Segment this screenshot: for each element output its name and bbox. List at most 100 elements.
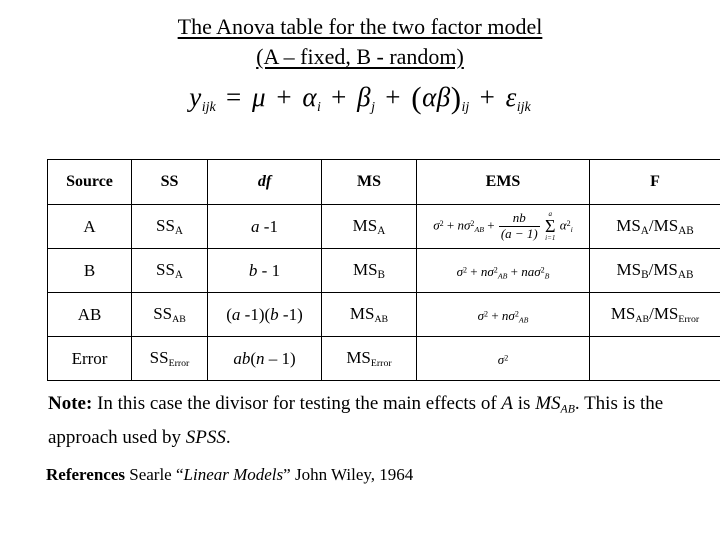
table-row: Error SSError ab(n – 1) MSError σ2 [47,336,720,381]
f-ratio: MSB/MSAB [616,259,694,282]
cell-ss: SSA [131,248,208,293]
equation-alpha: α [302,82,317,112]
ms-base: MS [346,348,371,368]
f-denominator-sub: AB [677,269,694,282]
equation-epsilon-subscript: ijk [516,98,531,115]
note-text-1: In this case the divisor for testing the… [92,393,502,414]
ems-plus-2: + [510,263,518,279]
header-ms: MS [321,159,417,205]
cell-source: AB [47,292,132,337]
ems-formula: σ2 [498,352,509,367]
cell-f: MSAB/MSError [589,292,720,337]
ems-sigma3-sub: B [544,270,550,280]
equation-y-subscript: ijk [201,98,216,115]
equation-interaction-subscript: ij [461,98,470,115]
ems-sigma2-sub: AB [497,270,508,280]
f-numerator-sub: AB [635,313,650,325]
cell-ems: σ2 + nσ2AB + naσ2B [416,248,590,293]
note-text-2: is [513,393,536,414]
df-rest: -1 [259,216,278,236]
header-ems: EMS [416,159,590,205]
equation-beta: β [357,82,372,112]
equation-plus-2: + [331,82,347,112]
cell-ems: σ2 + nσ2AB + nb (a − 1) a Σ i=1 α2i [416,204,590,249]
references-work-title: Linear Models [183,465,284,484]
slide-title-line-2: (A – fixed, B - random) [256,44,464,69]
equation-alpha-subscript: i [317,98,321,115]
fraction-numerator: nb [498,210,540,227]
note-emphasis-a: A [501,393,514,414]
cell-ms: MSAB [321,292,417,337]
ss-subscript: A [174,269,184,282]
df-letters-ab: ab [233,348,251,368]
fraction-denominator: (a − 1) [500,226,538,241]
cell-ms: MSError [321,336,417,381]
ss-base: SS [149,348,169,368]
ems-sigma-exp: 2 [504,352,509,362]
slide-title-line-1: The Anova table for the two factor model [177,14,543,39]
cell-f: MSB/MSAB [589,248,720,293]
equation-plus-4: + [479,82,496,112]
equation-mu: μ [252,82,267,112]
ms-base: MS [352,215,378,235]
note-text-4: . [225,426,231,448]
ems-sigma-exp: 2 [484,308,489,318]
equation-beta-subscript: j [371,98,375,115]
anova-table: Source SS df MS EMS F A SSA a -1 MSA σ2 … [47,159,720,381]
title-line-2-row: (A – fixed, B - random) [0,42,720,72]
ems-sigma2-sub: AB [518,314,529,324]
cell-source: A [47,204,132,249]
anova-table-container: Source SS df MS EMS F A SSA a -1 MSA σ2 … [47,159,720,381]
header-ss: SS [131,159,208,205]
ems-plus-1: + [470,263,478,279]
ems-plus-1: + [491,307,499,323]
f-denominator-base: MS [653,304,679,324]
ems-fraction: nb (a − 1) [498,210,540,242]
slide-title-block: The Anova table for the two factor model… [0,0,720,72]
cell-source: B [47,248,132,293]
equation-interaction-beta: β [436,82,451,112]
references-block: References Searle “Linear Models” John W… [46,465,706,485]
ss-subscript: Error [168,357,190,369]
equation-y: y [189,82,202,112]
sum-lower-limit: i=1 [545,234,556,243]
df-letter-b: b [270,304,279,324]
equation-equals: = [226,82,242,112]
ems-sigma2-sub: AB [474,224,484,234]
cell-ms: MSB [321,248,417,293]
ss-base: SS [155,215,175,235]
ems-formula: σ2 + nσ2AB + naσ2B [457,263,550,281]
f-numerator-base: MS [610,304,636,324]
title-line-1-row: The Anova table for the two factor model [0,12,720,42]
equation-plus-1: + [276,82,293,112]
f-numerator-sub: B [641,269,649,282]
ems-plus-1: + [446,217,455,233]
ms-subscript: Error [370,357,392,369]
ems-plus-2: + [487,217,495,233]
ms-subscript: AB [374,313,389,325]
table-header-row: Source SS df MS EMS F [47,159,720,205]
table-row: B SSA b - 1 MSB σ2 + nσ2AB + naσ2B MSB/M… [47,248,720,293]
table-row: AB SSAB (a -1)(b -1) MSAB σ2 + nσ2AB MSA… [47,292,720,337]
f-ratio: MSA/MSAB [616,215,694,238]
ems-na: na [521,263,535,279]
ms-base: MS [349,304,375,324]
cell-ss: SSAB [131,292,208,337]
summation-operator: a Σ i=1 [545,210,556,243]
header-f: F [589,159,720,205]
cell-source: Error [47,336,132,381]
f-numerator-base: MS [616,215,641,235]
cell-f-empty [589,336,720,381]
df-rest: - 1 [257,260,281,280]
ms-base: MS [352,259,378,279]
cell-f: MSA/MSAB [589,204,720,249]
header-source: Source [47,159,132,205]
f-numerator-sub: A [640,225,649,238]
note-label: Note: [48,393,93,414]
ems-alpha: α [559,217,567,233]
note-ms-base: MS [535,393,561,414]
ss-base: SS [153,304,173,324]
note-block: Note: In this case the divisor for testi… [48,390,688,452]
ss-subscript: A [174,225,184,238]
cell-ems: σ2 + nσ2AB [416,292,590,337]
